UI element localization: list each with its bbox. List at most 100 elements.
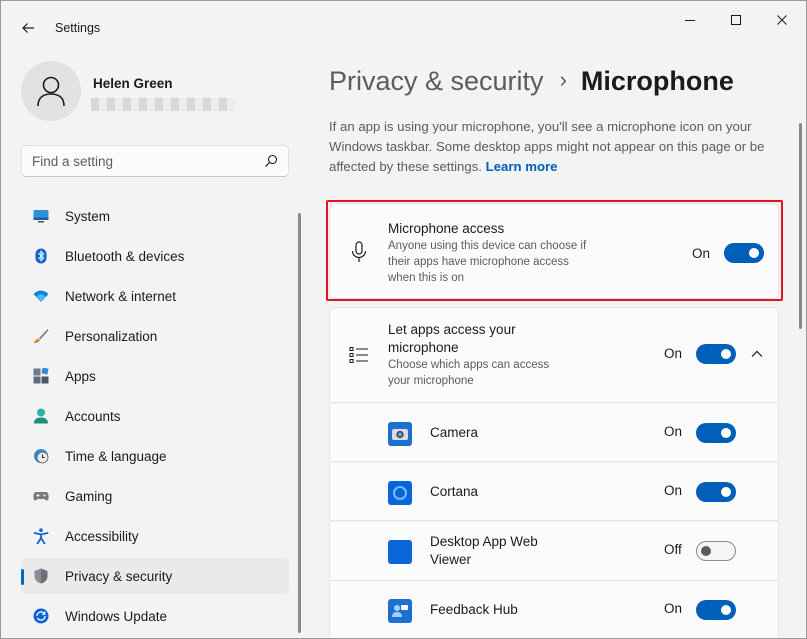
back-arrow-icon xyxy=(22,23,34,33)
breadcrumb-parent[interactable]: Privacy & security xyxy=(329,66,544,97)
page-title: Microphone xyxy=(580,65,734,96)
list-icon xyxy=(349,347,368,363)
chevron-up-icon[interactable] xyxy=(750,347,764,361)
monitor-icon xyxy=(33,210,49,223)
sidebar-item-label: Privacy & security xyxy=(65,569,173,584)
back-button[interactable] xyxy=(13,13,43,43)
microphone-icon-wrap xyxy=(348,241,370,263)
search-icon[interactable] xyxy=(264,154,278,168)
cortana-toggle[interactable] xyxy=(696,482,736,502)
microphone-access-description: Anyone using this device can choose if t… xyxy=(388,240,587,284)
maximize-button[interactable] xyxy=(713,1,759,39)
person-icon xyxy=(37,76,65,107)
let-apps-access-description: Choose which apps can access your microp… xyxy=(388,359,550,387)
breadcrumb: Privacy & security › Microphone xyxy=(329,61,734,101)
camera-app-icon xyxy=(388,422,412,446)
sidebar-item-gaming[interactable]: Gaming xyxy=(21,478,289,514)
sidebar-item-windows-update[interactable]: Windows Update xyxy=(21,598,289,634)
close-icon xyxy=(777,15,787,25)
apps-icon xyxy=(33,368,49,384)
microphone-icon xyxy=(351,241,367,262)
sidebar-nav: System Bluetooth & devices Network & int… xyxy=(21,198,289,638)
feedback-hub-app-icon xyxy=(388,599,412,623)
microphone-access-toggle[interactable] xyxy=(724,243,764,263)
globe-clock-icon xyxy=(34,449,49,464)
let-apps-access-title: Let apps access your microphone xyxy=(388,322,516,355)
sidebar-item-apps[interactable]: Apps xyxy=(21,358,289,394)
sidebar-scrollbar[interactable] xyxy=(298,213,301,633)
learn-more-link[interactable]: Learn more xyxy=(486,159,558,174)
app-row-camera: Camera On xyxy=(329,404,779,462)
camera-toggle[interactable] xyxy=(696,423,736,443)
sidebar-item-accessibility[interactable]: Accessibility xyxy=(21,518,289,554)
app-title: Settings xyxy=(55,21,101,35)
camera-glyph-icon xyxy=(392,429,408,440)
wifi-icon xyxy=(33,290,49,302)
toggle-knob xyxy=(721,605,731,615)
sidebar-item-label: Apps xyxy=(65,369,96,384)
bluetooth-icon xyxy=(35,248,47,264)
sidebar-item-personalization[interactable]: Personalization xyxy=(21,318,289,354)
app-state: Off xyxy=(664,542,682,557)
shield-icon xyxy=(34,568,48,584)
sidebar-item-label: Network & internet xyxy=(65,289,177,304)
let-apps-access-toggle[interactable] xyxy=(696,344,736,364)
sidebar-item-privacy-security[interactable]: Privacy & security xyxy=(21,558,289,594)
close-button[interactable] xyxy=(759,1,805,39)
search-box xyxy=(21,145,289,177)
feedback-hub-toggle[interactable] xyxy=(696,600,736,620)
accounts-icon xyxy=(34,408,48,424)
settings-window: Settings Helen Green Find a setting Syst… xyxy=(0,0,807,639)
gamepad-icon xyxy=(33,492,49,501)
app-name: Camera xyxy=(430,425,479,440)
toggle-knob xyxy=(701,546,711,556)
sidebar-item-label: Bluetooth & devices xyxy=(65,249,185,264)
app-row-desktop-app-web-viewer: Desktop App Web Viewer Off xyxy=(329,522,779,581)
microphone-access-state: On xyxy=(692,246,711,261)
search-input[interactable] xyxy=(22,146,252,176)
let-apps-access-state: On xyxy=(664,346,683,361)
app-state: On xyxy=(664,424,683,439)
toggle-knob xyxy=(721,428,731,438)
app-state: On xyxy=(664,483,683,498)
main-scrollbar[interactable] xyxy=(799,123,802,329)
microphone-access-title: Microphone access xyxy=(388,221,505,236)
sidebar-item-label: Accounts xyxy=(65,409,121,424)
cortana-app-icon xyxy=(388,481,412,505)
let-apps-access-card[interactable]: Let apps access your microphone Choose w… xyxy=(329,307,779,403)
sidebar-item-label: Gaming xyxy=(65,489,113,504)
toggle-knob xyxy=(721,349,731,359)
accessibility-icon xyxy=(33,528,49,544)
sidebar-item-label: Accessibility xyxy=(65,529,139,544)
toggle-knob xyxy=(749,248,759,258)
cortana-glyph-icon xyxy=(393,486,407,500)
sidebar-item-time-language[interactable]: Time & language xyxy=(21,438,289,474)
list-icon-wrap xyxy=(348,344,370,366)
webviewer-app-icon xyxy=(388,540,412,564)
toggle-knob xyxy=(721,487,731,497)
app-row-feedback-hub: Feedback Hub On xyxy=(329,581,779,638)
breadcrumb-separator: › xyxy=(559,67,567,92)
sidebar-item-network-internet[interactable]: Network & internet xyxy=(21,278,289,314)
user-email-redacted xyxy=(91,98,235,111)
feedback-hub-glyph-icon xyxy=(392,605,408,617)
minimize-button[interactable] xyxy=(667,1,713,39)
intro-text: If an app is using your microphone, you'… xyxy=(329,117,789,177)
app-state: On xyxy=(664,601,683,616)
app-name: Feedback Hub xyxy=(430,602,518,617)
sidebar-item-label: Time & language xyxy=(65,449,167,464)
avatar[interactable] xyxy=(21,61,81,121)
sidebar-item-accounts[interactable]: Accounts xyxy=(21,398,289,434)
update-icon xyxy=(33,608,49,624)
sidebar-item-label: Personalization xyxy=(65,329,158,344)
app-row-cortana: Cortana On xyxy=(329,463,779,521)
sidebar-item-system[interactable]: System xyxy=(21,198,289,234)
minimize-icon xyxy=(685,20,695,21)
microphone-access-card: Microphone access Anyone using this devi… xyxy=(329,203,779,299)
sidebar-item-bluetooth-devices[interactable]: Bluetooth & devices xyxy=(21,238,289,274)
maximize-icon xyxy=(731,15,741,25)
title-bar: Settings xyxy=(1,1,806,49)
desktop-app-web-viewer-toggle[interactable] xyxy=(696,541,736,561)
app-name: Desktop App Web Viewer xyxy=(430,534,538,567)
app-name: Cortana xyxy=(430,484,479,499)
